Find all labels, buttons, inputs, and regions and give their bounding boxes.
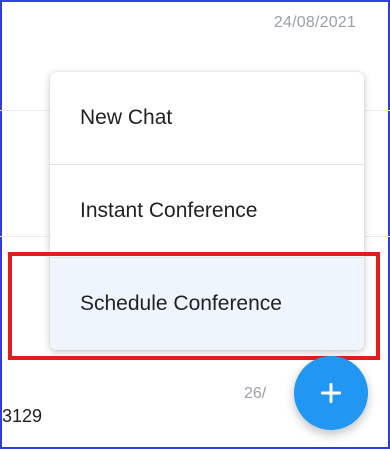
conversation-date: 24/08/2021 <box>273 14 356 31</box>
menu-item-schedule-conference[interactable]: Schedule Conference <box>50 258 364 350</box>
menu-item-new-chat[interactable]: New Chat <box>50 72 364 165</box>
menu-item-label: New Chat <box>80 106 173 129</box>
new-chat-fab-button[interactable] <box>294 356 368 430</box>
menu-item-instant-conference[interactable]: Instant Conference <box>50 165 364 258</box>
menu-item-label: Schedule Conference <box>80 292 282 315</box>
menu-item-label: Instant Conference <box>80 199 258 222</box>
new-chat-menu: New Chat Instant Conference Schedule Con… <box>50 72 364 350</box>
plus-icon <box>321 383 341 403</box>
conversation-number-partial: 3129 <box>2 406 43 426</box>
conversation-date-partial: 26/ <box>244 385 267 402</box>
